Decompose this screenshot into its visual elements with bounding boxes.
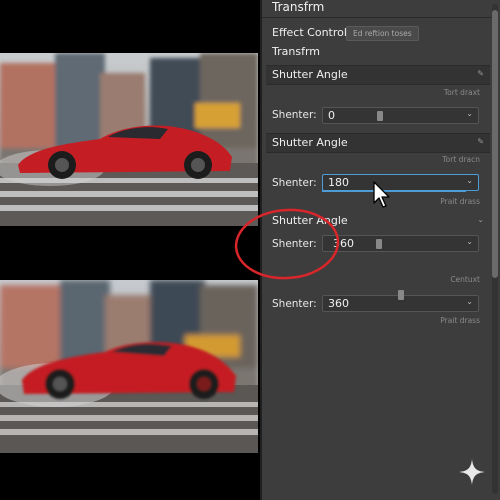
effect-controls-label: Effect Controls	[272, 26, 353, 39]
shutter-label: Shenter:	[272, 298, 317, 310]
shutter-angle-dropdown-2[interactable]: 180 ⌄	[322, 174, 479, 191]
dropdown-value: 360	[328, 297, 349, 310]
chevron-down-icon[interactable]: ⌄	[477, 215, 484, 224]
shutter-label: Shenter:	[272, 177, 317, 189]
preview-image-bottom	[0, 280, 258, 453]
chevron-down-icon[interactable]: ⌄	[466, 176, 473, 185]
pencil-icon[interactable]: ✎	[477, 137, 484, 146]
section-title: Shutter Angle	[272, 136, 348, 149]
video-preview-bottom	[0, 280, 258, 453]
panel-title: Transfrm	[272, 0, 325, 14]
dropdown-value: 0	[328, 109, 335, 122]
annotation-circle	[234, 208, 340, 280]
chevron-down-icon[interactable]: ⌄	[466, 237, 473, 246]
shutter-label: Shenter:	[272, 109, 317, 121]
scrollbar-thumb[interactable]	[492, 10, 498, 278]
mouse-pointer-icon	[373, 181, 390, 208]
slider-handle[interactable]	[377, 111, 383, 121]
sparkle-icon	[459, 459, 485, 485]
chevron-down-icon[interactable]: ⌄	[466, 297, 473, 306]
section-header-shutter-angle-1[interactable]: Shutter Angle ✎	[266, 65, 490, 85]
pencil-icon[interactable]: ✎	[477, 69, 484, 78]
section-title: Shutter Angle	[272, 68, 348, 81]
focus-underline	[322, 190, 466, 192]
section-header-shutter-angle-2[interactable]: Shutter Angle ✎	[266, 133, 490, 153]
section-note: Prait drass	[440, 197, 480, 206]
transform-subtitle: Transfrm	[272, 45, 320, 58]
section-note: Centuxt	[450, 275, 480, 284]
chevron-down-icon[interactable]: ⌄	[466, 109, 473, 118]
preview-image-top	[0, 53, 258, 226]
slider-handle[interactable]	[398, 290, 404, 300]
section-note: Tort dracn	[442, 155, 480, 164]
slider-handle[interactable]	[376, 239, 382, 249]
divider	[262, 17, 492, 18]
video-preview-top	[0, 53, 258, 226]
dropdown-value: 180	[328, 176, 349, 189]
shutter-angle-dropdown-4[interactable]: 360 ⌄	[322, 290, 479, 312]
panel-scrollbar[interactable]	[492, 4, 498, 494]
section-note: Tort draxt	[443, 88, 480, 97]
shutter-angle-dropdown-1[interactable]: 0 ⌄	[322, 107, 479, 124]
section-note: Prait drass	[440, 316, 480, 325]
tab-pill[interactable]: Ed reftion toses	[346, 26, 419, 41]
shutter-angle-dropdown-3[interactable]: 360 ⌄	[322, 235, 479, 252]
